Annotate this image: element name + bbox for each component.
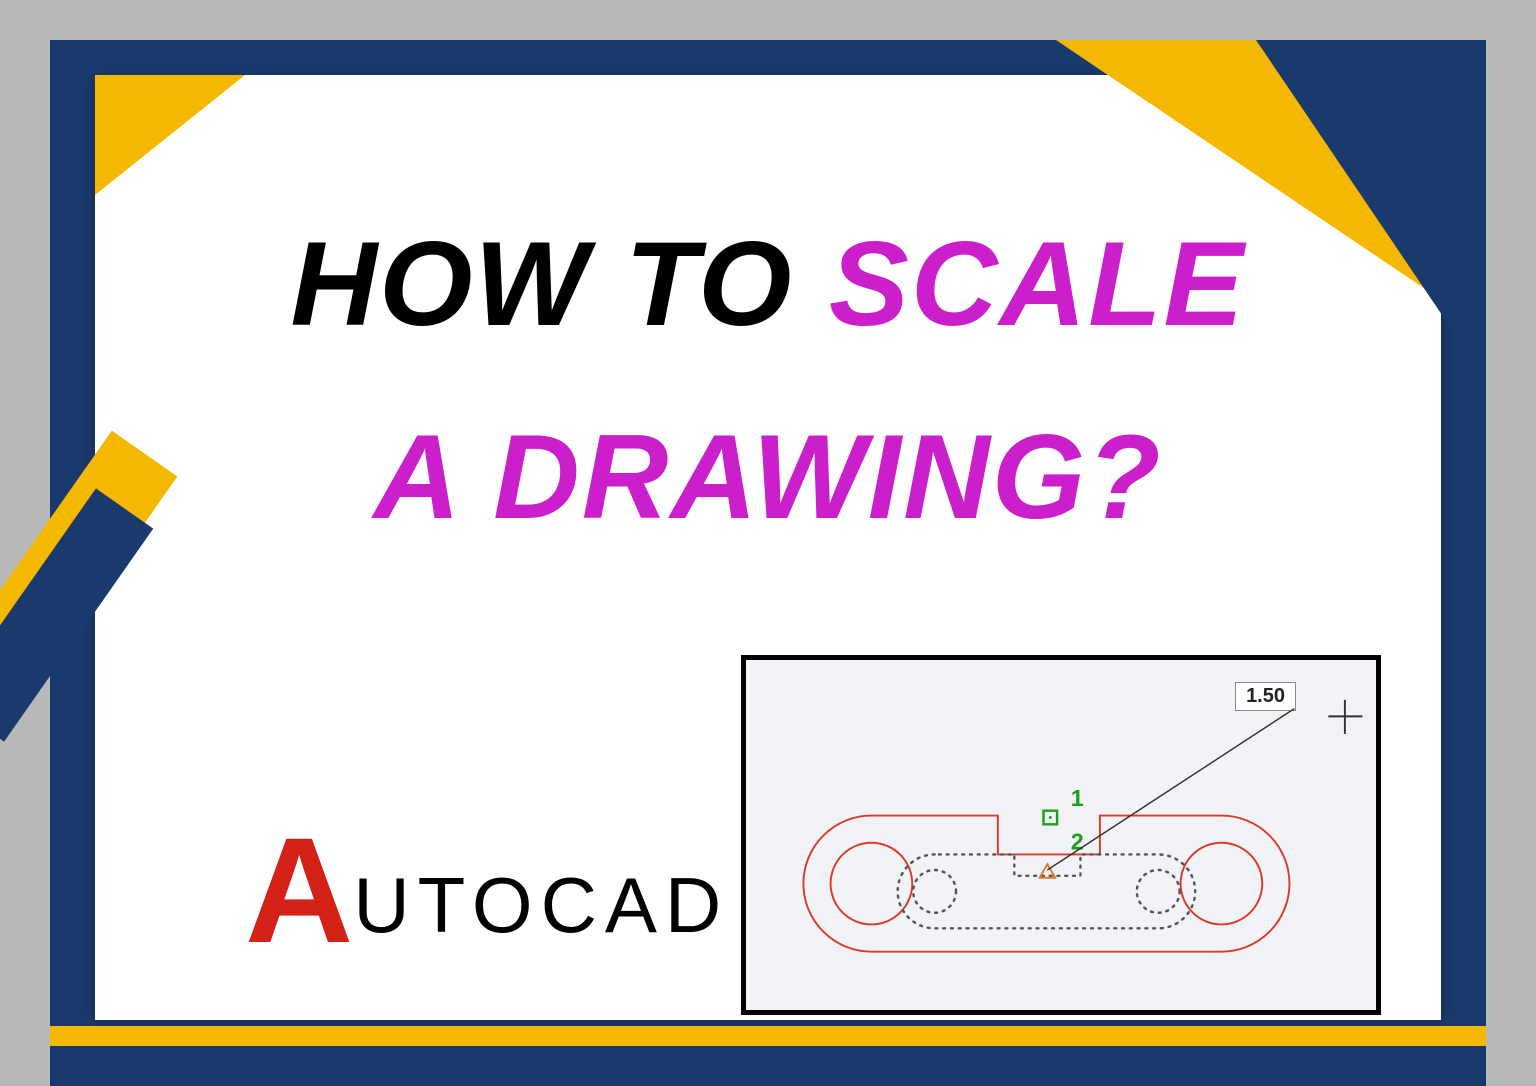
autocad-logo: A UTOCAD	[245, 815, 729, 965]
headline-line2: A DRAWING?	[95, 408, 1441, 546]
autocad-rest: UTOCAD	[353, 860, 729, 951]
scale-example-panel: 1.50 1 2	[741, 655, 1381, 1015]
bottom-bar-navy	[50, 1046, 1486, 1086]
marker-1-label: 1	[1071, 785, 1084, 811]
autocad-big-a: A	[245, 815, 347, 965]
corner-navy-top-right	[1256, 40, 1486, 380]
scale-drawing-svg: 1 2	[746, 660, 1376, 1010]
crosshair-icon	[1328, 700, 1362, 734]
headline-black: HOW TO	[290, 217, 793, 351]
corner-gold-top-left	[95, 75, 245, 195]
